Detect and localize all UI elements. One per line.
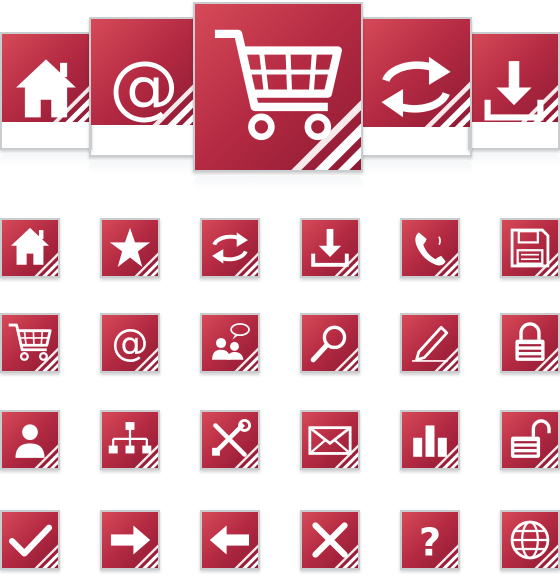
arrow-left-icon bbox=[209, 525, 250, 555]
envelope-icon bbox=[308, 426, 352, 455]
tile-reflection bbox=[193, 176, 363, 190]
large-home-tile[interactable] bbox=[0, 32, 92, 150]
small-arrow-right-tile[interactable] bbox=[100, 510, 160, 570]
refresh-icon bbox=[212, 232, 248, 264]
small-checkmark-tile[interactable] bbox=[0, 510, 60, 570]
small-bar-chart-tile[interactable] bbox=[400, 410, 460, 470]
tile-reflection bbox=[0, 154, 92, 168]
small-envelope-tile[interactable] bbox=[300, 410, 360, 470]
small-sitemap-tile[interactable] bbox=[100, 410, 160, 470]
small-pencil-tile[interactable] bbox=[400, 313, 460, 373]
sitemap-icon bbox=[108, 422, 152, 454]
small-at-sign-tile[interactable]: @ bbox=[100, 313, 160, 373]
small-home-tile[interactable] bbox=[0, 218, 60, 278]
svg-text:@: @ bbox=[109, 46, 179, 127]
svg-text:?: ? bbox=[419, 521, 441, 565]
small-floppy-disk-tile[interactable] bbox=[500, 218, 560, 278]
small-phone-tile[interactable] bbox=[400, 218, 460, 278]
at-sign-icon: @ bbox=[112, 321, 149, 364]
question-icon: ? bbox=[419, 521, 441, 565]
small-tools-tile[interactable] bbox=[200, 410, 260, 470]
close-x-icon bbox=[312, 522, 348, 558]
tile-reflection bbox=[468, 154, 560, 168]
star-icon bbox=[109, 227, 151, 268]
tile-reflection bbox=[89, 161, 199, 175]
user-icon bbox=[15, 424, 45, 458]
tile-reflection bbox=[360, 161, 472, 175]
users-chat-icon bbox=[212, 323, 250, 360]
small-padlock-tile[interactable] bbox=[500, 313, 560, 373]
checkmark-icon bbox=[9, 524, 53, 557]
small-star-tile[interactable] bbox=[100, 218, 160, 278]
small-user-tile[interactable] bbox=[0, 410, 60, 470]
small-shopping-cart-tile[interactable] bbox=[0, 313, 60, 373]
download-icon bbox=[311, 228, 349, 267]
at-sign-icon: @ bbox=[109, 46, 179, 127]
globe-icon bbox=[510, 520, 550, 560]
small-download-tile[interactable] bbox=[300, 218, 360, 278]
small-users-chat-tile[interactable] bbox=[200, 313, 260, 373]
large-refresh-tile[interactable] bbox=[360, 17, 472, 157]
padlock-icon bbox=[515, 322, 545, 361]
small-arrow-left-tile[interactable] bbox=[200, 510, 260, 570]
large-at-sign-tile[interactable]: @ bbox=[89, 17, 199, 157]
unlocked-padlock-icon bbox=[510, 419, 551, 458]
small-close-x-tile[interactable] bbox=[300, 510, 360, 570]
small-magnifier-tile[interactable] bbox=[300, 313, 360, 373]
magnifier-icon bbox=[310, 325, 347, 363]
tools-icon bbox=[212, 419, 251, 457]
home-icon bbox=[10, 227, 50, 265]
small-unlocked-padlock-tile[interactable] bbox=[500, 410, 560, 470]
shopping-cart-icon bbox=[214, 29, 342, 141]
pencil-icon bbox=[412, 325, 449, 362]
arrow-right-icon bbox=[110, 525, 151, 555]
small-globe-tile[interactable] bbox=[500, 510, 560, 570]
bar-chart-icon bbox=[413, 425, 447, 457]
small-question-tile[interactable]: ? bbox=[400, 510, 460, 570]
home-icon bbox=[16, 59, 76, 118]
large-download-tile[interactable] bbox=[468, 32, 560, 150]
small-refresh-tile[interactable] bbox=[200, 218, 260, 278]
shopping-cart-icon bbox=[8, 323, 52, 361]
large-shopping-cart-tile[interactable] bbox=[193, 2, 363, 172]
floppy-disk-icon bbox=[510, 228, 550, 268]
download-icon bbox=[484, 61, 544, 121]
refresh-icon bbox=[381, 56, 451, 118]
svg-text:@: @ bbox=[112, 321, 149, 364]
phone-icon bbox=[415, 232, 446, 266]
